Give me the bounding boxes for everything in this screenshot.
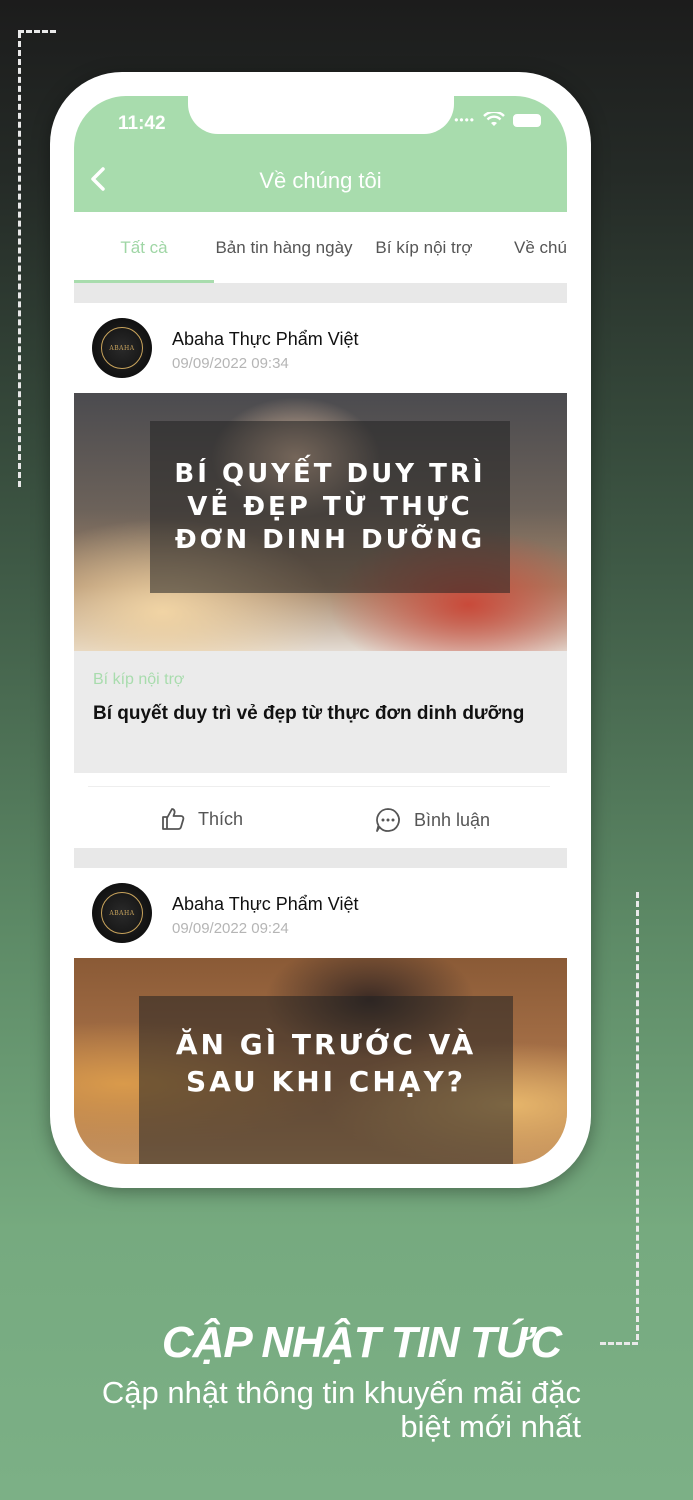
signal-icon: •••• xyxy=(454,113,475,127)
post-author[interactable]: Abaha Thực Phẩm Việt xyxy=(172,894,359,915)
tab-housekeeping-tips[interactable]: Bí kíp nội trợ xyxy=(364,212,484,282)
decor-dash-top-left-horizontal xyxy=(18,30,56,33)
like-button[interactable]: Thích xyxy=(160,806,243,832)
comment-button[interactable]: Bình luận xyxy=(374,806,490,834)
like-icon xyxy=(162,808,185,830)
promo-title: CẬP NHẬT TIN TỨC xyxy=(161,1318,562,1367)
post-separator xyxy=(74,848,567,868)
logo-emblem: ABAHA xyxy=(101,892,143,934)
post-caption[interactable]: Bí kíp nội trợ Bí quyết duy trì vẻ đẹp t… xyxy=(74,651,567,773)
post-image[interactable]: ĂN GÌ TRƯỚC VÀ SAU KHI CHẠY? xyxy=(74,958,567,1164)
promo-subtitle: Cập nhật thông tin khuyến mãi đặc biệt m… xyxy=(101,1375,581,1444)
post-date: 09/09/2022 09:34 xyxy=(172,355,289,372)
app-header: 11:42 •••• Về chúng tôi xyxy=(74,96,567,212)
status-icons: •••• xyxy=(454,112,541,128)
news-post: ABAHA Abaha Thực Phẩm Việt 09/09/2022 09… xyxy=(74,303,567,848)
post-title: Bí quyết duy trì vẻ đẹp từ thực đơn dinh… xyxy=(93,703,525,724)
logo-text: ABAHA xyxy=(109,909,135,917)
post-date: 09/09/2022 09:24 xyxy=(172,920,289,937)
wifi-icon xyxy=(483,112,505,126)
image-headline: BÍ QUYẾT DUY TRÌ VẺ ĐẸP TỪ THỰC ĐƠN DINH… xyxy=(150,421,510,593)
action-divider xyxy=(88,786,550,787)
phone-screen: 11:42 •••• Về chúng tôi Tất cà Bản tin h… xyxy=(74,96,567,1164)
post-image[interactable]: BÍ QUYẾT DUY TRÌ VẺ ĐẸP TỪ THỰC ĐƠN DINH… xyxy=(74,393,567,651)
avatar[interactable]: ABAHA xyxy=(92,883,152,943)
category-tabs: Tất cà Bản tin hàng ngày Bí kíp nội trợ … xyxy=(74,212,567,282)
status-time: 11:42 xyxy=(118,113,166,134)
post-category: Bí kíp nội trợ xyxy=(93,671,185,688)
tab-all[interactable]: Tất cà xyxy=(74,212,214,282)
feed-top-gap xyxy=(74,283,567,303)
page-title: Về chúng tôi xyxy=(259,168,382,193)
logo-emblem: ABAHA xyxy=(101,327,143,369)
comment-label: Bình luận xyxy=(414,809,491,830)
phone-frame: 11:42 •••• Về chúng tôi Tất cà Bản tin h… xyxy=(50,72,591,1188)
tab-about[interactable]: Về chú xyxy=(514,212,567,282)
avatar[interactable]: ABAHA xyxy=(92,318,152,378)
post-author[interactable]: Abaha Thực Phẩm Việt xyxy=(172,329,359,350)
battery-icon xyxy=(513,113,541,127)
decor-dash-bottom-right-vertical xyxy=(636,892,639,1340)
comment-icon xyxy=(376,808,400,832)
decor-dash-top-left-vertical xyxy=(18,32,21,487)
news-post: ABAHA Abaha Thực Phẩm Việt 09/09/2022 09… xyxy=(74,868,567,1164)
phone-notch xyxy=(188,96,454,134)
image-headline: ĂN GÌ TRƯỚC VÀ SAU KHI CHẠY? xyxy=(139,996,513,1164)
tab-daily-news[interactable]: Bản tin hàng ngày xyxy=(214,212,354,282)
like-label: Thích xyxy=(198,808,244,829)
logo-text: ABAHA xyxy=(109,344,135,352)
